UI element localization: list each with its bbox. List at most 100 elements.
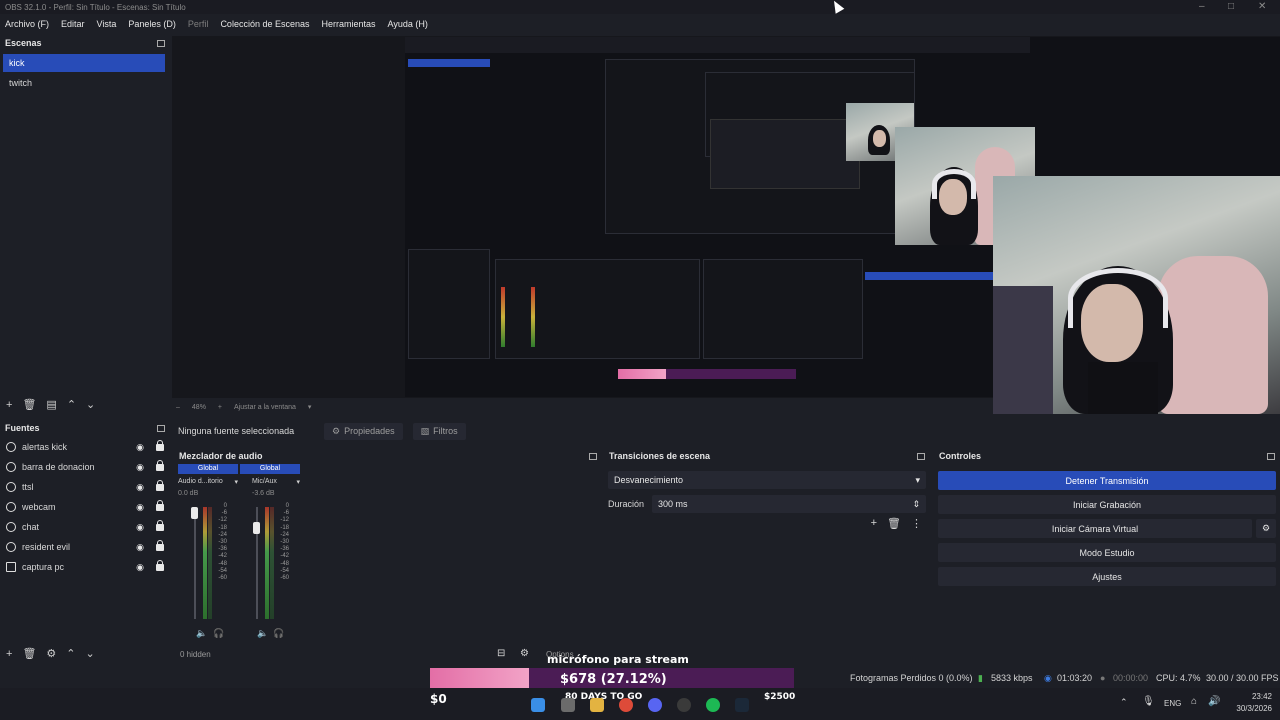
network-icon[interactable]: ⌂: [1191, 696, 1197, 707]
mixer-layout-icon[interactable]: ⊟: [497, 648, 505, 659]
chevron-down-icon[interactable]: ▾: [234, 478, 238, 486]
chevron-down-icon[interactable]: ▾: [296, 478, 300, 486]
visibility-icon[interactable]: ◉: [134, 502, 146, 513]
menu-file[interactable]: Archivo (F): [5, 19, 49, 29]
remove-source-icon[interactable]: 🗑: [22, 647, 36, 660]
visibility-icon[interactable]: ◉: [134, 462, 146, 473]
lock-icon[interactable]: [156, 499, 164, 511]
lock-icon[interactable]: [156, 559, 164, 571]
remove-scene-icon[interactable]: 🗑: [22, 398, 36, 411]
move-down-icon[interactable]: ⌄: [86, 647, 95, 660]
close-icon[interactable]: ✕: [1258, 1, 1266, 12]
start-recording-button[interactable]: Iniciar Grabación: [938, 495, 1276, 514]
undock-icon[interactable]: [917, 452, 925, 460]
visibility-icon[interactable]: ◉: [134, 482, 146, 493]
speaker-icon[interactable]: 🔈: [257, 628, 268, 639]
scenes-title: Escenas: [5, 38, 42, 48]
minimize-icon[interactable]: –: [1199, 1, 1205, 12]
cpu-usage: CPU: 4.7%: [1156, 673, 1201, 683]
virtual-camera-settings-icon[interactable]: ⚙: [1256, 519, 1276, 538]
undock-icon[interactable]: [589, 452, 597, 460]
discord-icon[interactable]: [648, 698, 662, 712]
more-options-icon[interactable]: ⋮: [911, 517, 922, 530]
volume-fader[interactable]: [191, 507, 198, 519]
zoom-out-icon[interactable]: –: [176, 404, 180, 411]
tray-chevron-icon[interactable]: ⌃: [1120, 697, 1128, 708]
speaker-icon[interactable]: 🔈: [196, 628, 207, 639]
source-item[interactable]: resident evil ◉: [0, 537, 170, 557]
settings-button[interactable]: Ajustes: [938, 567, 1276, 586]
mixer-settings-icon[interactable]: ⚙: [520, 648, 529, 659]
menu-edit[interactable]: Editar: [61, 19, 85, 29]
add-scene-icon[interactable]: +: [6, 399, 12, 411]
plush-toy: [993, 286, 1053, 414]
menu-scene-collection[interactable]: Colección de Escenas: [220, 19, 309, 29]
lock-icon[interactable]: [156, 439, 164, 451]
spotify-icon[interactable]: [706, 698, 720, 712]
clock-date[interactable]: 30/3/2026: [1225, 704, 1272, 713]
headphone-icon[interactable]: 🎧: [213, 628, 224, 639]
volume-icon[interactable]: 🔊: [1208, 696, 1220, 707]
maximize-icon[interactable]: □: [1228, 1, 1234, 12]
windows-start-icon[interactable]: [531, 698, 545, 712]
undock-icon[interactable]: [157, 424, 165, 432]
nested-transitions-panel: [703, 259, 863, 359]
nested-meter: [531, 287, 535, 347]
source-properties-icon[interactable]: ⚙: [46, 647, 56, 660]
scene-item-twitch[interactable]: twitch: [3, 74, 165, 92]
scale-tick: -18: [218, 524, 227, 531]
visibility-icon[interactable]: ◉: [134, 562, 146, 573]
remove-transition-icon[interactable]: 🗑: [887, 517, 901, 530]
source-item[interactable]: chat ◉: [0, 517, 170, 537]
microphone-icon[interactable]: 🎙: [1142, 696, 1155, 707]
start-virtual-camera-button[interactable]: Iniciar Cámara Virtual: [938, 519, 1252, 538]
lock-icon[interactable]: [156, 459, 164, 471]
menu-tools[interactable]: Herramientas: [322, 19, 376, 29]
zoom-in-icon[interactable]: +: [218, 404, 222, 411]
file-explorer-icon[interactable]: [561, 698, 575, 712]
lock-icon[interactable]: [156, 539, 164, 551]
volume-fader[interactable]: [253, 522, 260, 534]
move-up-icon[interactable]: ⌃: [66, 647, 75, 660]
steam-icon[interactable]: [735, 698, 749, 712]
undock-icon[interactable]: [157, 39, 165, 47]
duration-spinbox[interactable]: 300 ms ⇕: [652, 495, 926, 513]
visibility-icon[interactable]: ◉: [134, 442, 146, 453]
filter-scene-icon[interactable]: ▤: [46, 398, 56, 411]
clock-time[interactable]: 23:42: [1232, 692, 1272, 701]
chrome-icon[interactable]: [619, 698, 633, 712]
controls-title-bar: Controles: [934, 449, 1280, 463]
visibility-icon[interactable]: ◉: [134, 542, 146, 553]
visibility-icon[interactable]: ◉: [134, 522, 146, 533]
source-item[interactable]: webcam ◉: [0, 497, 170, 517]
undock-icon[interactable]: [1267, 452, 1275, 460]
move-up-icon[interactable]: ⌃: [67, 398, 76, 411]
lock-icon[interactable]: [156, 479, 164, 491]
headphone-icon[interactable]: 🎧: [273, 628, 284, 639]
chevron-down-icon[interactable]: ▾: [308, 403, 312, 411]
language-indicator[interactable]: ENG: [1164, 699, 1181, 708]
folder-icon[interactable]: [590, 698, 604, 712]
stop-streaming-button[interactable]: Detener Transmisión: [938, 471, 1276, 490]
move-down-icon[interactable]: ⌄: [86, 398, 95, 411]
signal-icon: ▮: [978, 673, 983, 683]
add-source-icon[interactable]: +: [6, 648, 12, 660]
add-transition-icon[interactable]: +: [871, 517, 877, 530]
filters-button[interactable]: ▧ Filtros: [412, 422, 466, 440]
menu-docks[interactable]: Paneles (D): [128, 19, 176, 29]
transition-select[interactable]: Desvanecimiento ▾: [608, 471, 926, 489]
source-item[interactable]: alertas kick ◉: [0, 437, 170, 457]
source-item[interactable]: barra de donacion ◉: [0, 457, 170, 477]
lock-icon[interactable]: [156, 519, 164, 531]
menu-help[interactable]: Ayuda (H): [388, 19, 428, 29]
menu-view[interactable]: Vista: [97, 19, 117, 29]
source-item[interactable]: ttsl ◉: [0, 477, 170, 497]
obs-icon[interactable]: [677, 698, 691, 712]
fit-to-window[interactable]: Ajustar a la ventana: [234, 404, 296, 411]
scene-item-kick[interactable]: kick: [3, 54, 165, 72]
menu-profile[interactable]: Perfil: [188, 19, 209, 29]
properties-button[interactable]: ⚙ Propiedades: [324, 422, 403, 440]
sources-toolbar: + 🗑 ⚙ ⌃ ⌄: [6, 647, 95, 661]
studio-mode-button[interactable]: Modo Estudio: [938, 543, 1276, 562]
source-item[interactable]: captura pc ◉: [0, 557, 170, 577]
